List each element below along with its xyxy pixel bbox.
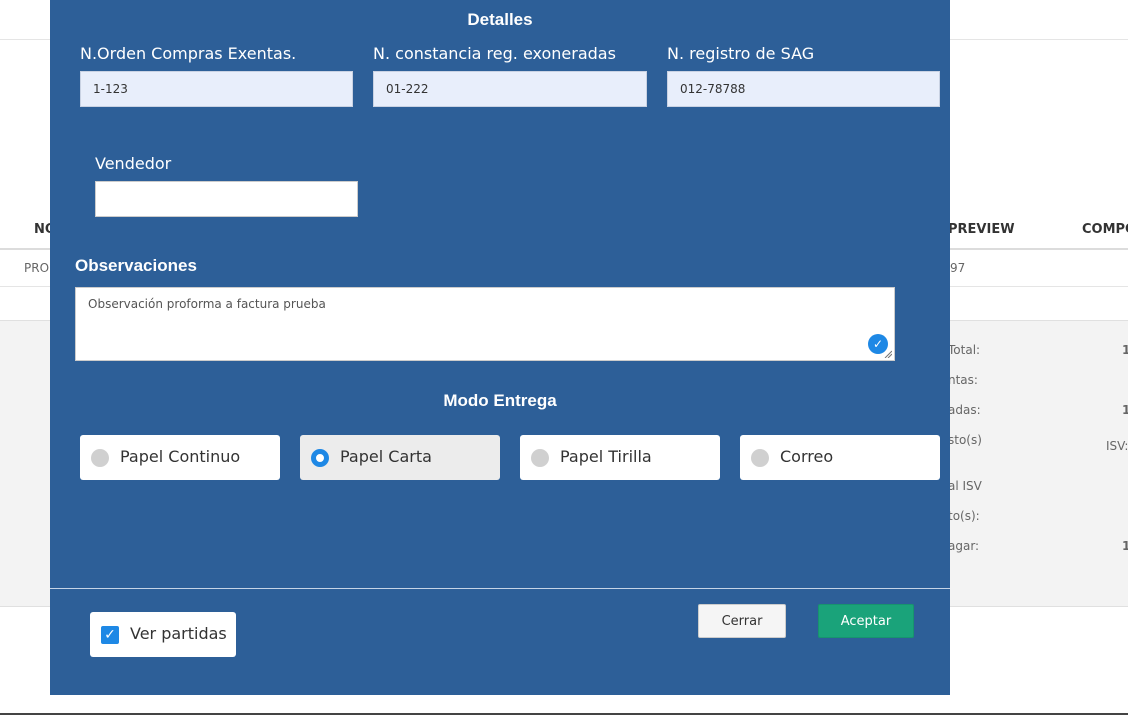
observaciones-title: Observaciones xyxy=(75,256,197,275)
modal-title: Detalles xyxy=(467,10,533,29)
radio-correo[interactable]: Correo xyxy=(740,435,940,480)
modo-entrega-title: Modo Entrega xyxy=(443,391,557,410)
footer-divider xyxy=(50,588,950,589)
vendedor-input[interactable] xyxy=(95,181,358,217)
registro-sag-input[interactable] xyxy=(667,71,940,107)
summary-value: 1 xyxy=(1122,403,1128,417)
observaciones-textarea[interactable]: Observación proforma a factura prueba xyxy=(75,287,895,361)
column-header: COMPO xyxy=(1082,222,1128,237)
radio-papel-carta[interactable]: Papel Carta xyxy=(300,435,500,480)
radio-label: Correo xyxy=(780,447,834,466)
radio-label: Papel Continuo xyxy=(120,447,241,466)
radio-papel-tirilla[interactable]: Papel Tirilla xyxy=(520,435,720,480)
ver-partidas-checkbox[interactable]: ✓ Ver partidas xyxy=(90,612,236,657)
ver-partidas-label: Ver partidas xyxy=(130,624,227,643)
constancia-input[interactable] xyxy=(373,71,647,107)
summary-label: Total: xyxy=(948,343,981,357)
orden-compras-label: N.Orden Compras Exentas. xyxy=(80,44,297,63)
table-cell: 97 xyxy=(950,261,966,275)
orden-compras-input[interactable] xyxy=(80,71,353,107)
divider xyxy=(0,713,1128,715)
radio-button-selected-icon xyxy=(311,449,329,467)
vendedor-label: Vendedor xyxy=(95,154,172,173)
radio-button-icon xyxy=(751,449,769,467)
constancia-label: N. constancia reg. exoneradas xyxy=(373,44,616,63)
summary-value: 1 xyxy=(1122,539,1128,553)
details-modal: Detalles N.Orden Compras Exentas. N. con… xyxy=(50,0,950,695)
checkbox-checked-icon: ✓ xyxy=(101,626,119,644)
summary-label: al ISV xyxy=(948,479,982,493)
table-cell: PRO xyxy=(24,261,50,275)
aceptar-button[interactable]: Aceptar xyxy=(818,604,914,638)
radio-papel-continuo[interactable]: Papel Continuo xyxy=(80,435,280,480)
resize-handle-icon[interactable] xyxy=(884,350,892,358)
radio-button-icon xyxy=(531,449,549,467)
radio-button-icon xyxy=(91,449,109,467)
radio-label: Papel Tirilla xyxy=(560,447,652,466)
summary-value: 1 xyxy=(1122,343,1128,357)
summary-label: agar: xyxy=(948,539,980,553)
summary-label: ntas: xyxy=(948,373,978,387)
registro-sag-label: N. registro de SAG xyxy=(667,44,815,63)
summary-label: adas: xyxy=(948,403,981,417)
summary-label: sto(s) xyxy=(948,433,982,447)
summary-label: to(s): xyxy=(948,509,980,523)
cerrar-button[interactable]: Cerrar xyxy=(698,604,786,638)
summary-value: ISV: xyxy=(1106,439,1128,453)
radio-label: Papel Carta xyxy=(340,447,432,466)
column-header: PREVIEW xyxy=(948,222,1015,237)
